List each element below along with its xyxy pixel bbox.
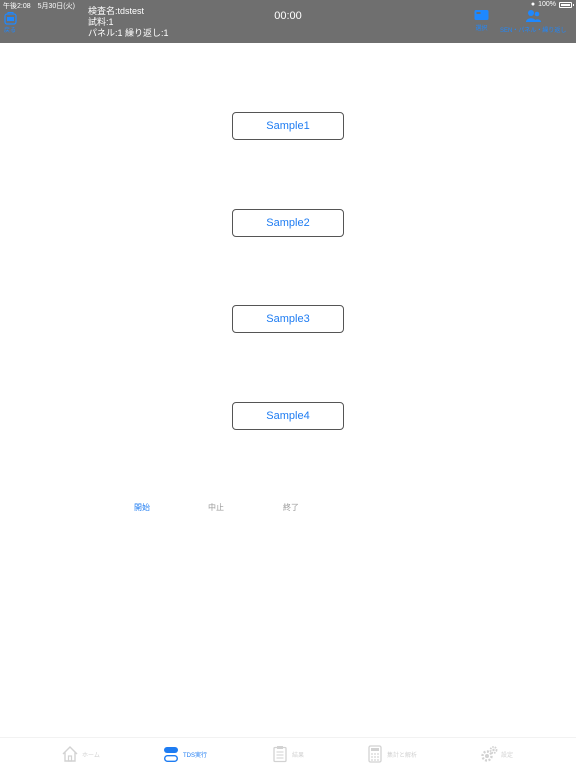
mark-button[interactable]: 選択	[474, 9, 489, 32]
tab-settings[interactable]: 設定	[480, 745, 513, 763]
tds-icon	[164, 747, 179, 762]
timer: 00:00	[274, 10, 302, 22]
clipboard-icon	[273, 746, 287, 763]
tab-analysis-label: 集計と解析	[387, 752, 418, 759]
sen-label: SEN・パネル・繰り返し	[500, 28, 567, 34]
home-icon	[62, 746, 78, 762]
battery-icon	[559, 1, 574, 8]
sample-button-4[interactable]: Sample4	[232, 402, 344, 430]
users-icon	[525, 10, 541, 22]
tab-home[interactable]: ホーム	[61, 745, 100, 763]
mark-label: 選択	[475, 26, 488, 32]
start-button[interactable]: 開始	[134, 502, 150, 513]
status-indicators: ● 100%	[530, 1, 574, 8]
end-button[interactable]: 終了	[283, 502, 299, 513]
gear-icon	[481, 746, 498, 762]
tab-home-label: ホーム	[82, 752, 100, 759]
tab-tds[interactable]: TDS実行	[162, 745, 207, 763]
sample-button-2[interactable]: Sample2	[232, 209, 344, 237]
sample-button-3[interactable]: Sample3	[232, 305, 344, 333]
tab-settings-label: 設定	[501, 752, 514, 759]
panel-info: パネル:1 繰り返し:1	[88, 28, 169, 38]
stop-button[interactable]: 中止	[208, 502, 224, 513]
back-label: 戻る	[3, 28, 16, 34]
wifi-icon: ●	[530, 1, 536, 8]
sen-panel-button[interactable]: SEN・パネル・繰り返し	[500, 9, 566, 34]
calculator-icon	[368, 745, 382, 763]
tab-results-label: 結果	[292, 752, 305, 759]
mark-icon	[474, 10, 489, 20]
tab-results[interactable]: 結果	[271, 745, 304, 763]
sample-button-1[interactable]: Sample1	[232, 112, 344, 140]
tab-analysis[interactable]: 集計と解析	[366, 745, 417, 763]
tab-tds-label: TDS実行	[183, 752, 208, 759]
header-bar: 午後2:08 5月30日(火) ● 100% 戻る 検査名:tdstest 試料…	[0, 0, 576, 43]
battery-percent: 100%	[538, 1, 556, 8]
tab-bar: ホーム TDS実行 結果 集計と解析 設定	[0, 737, 576, 768]
